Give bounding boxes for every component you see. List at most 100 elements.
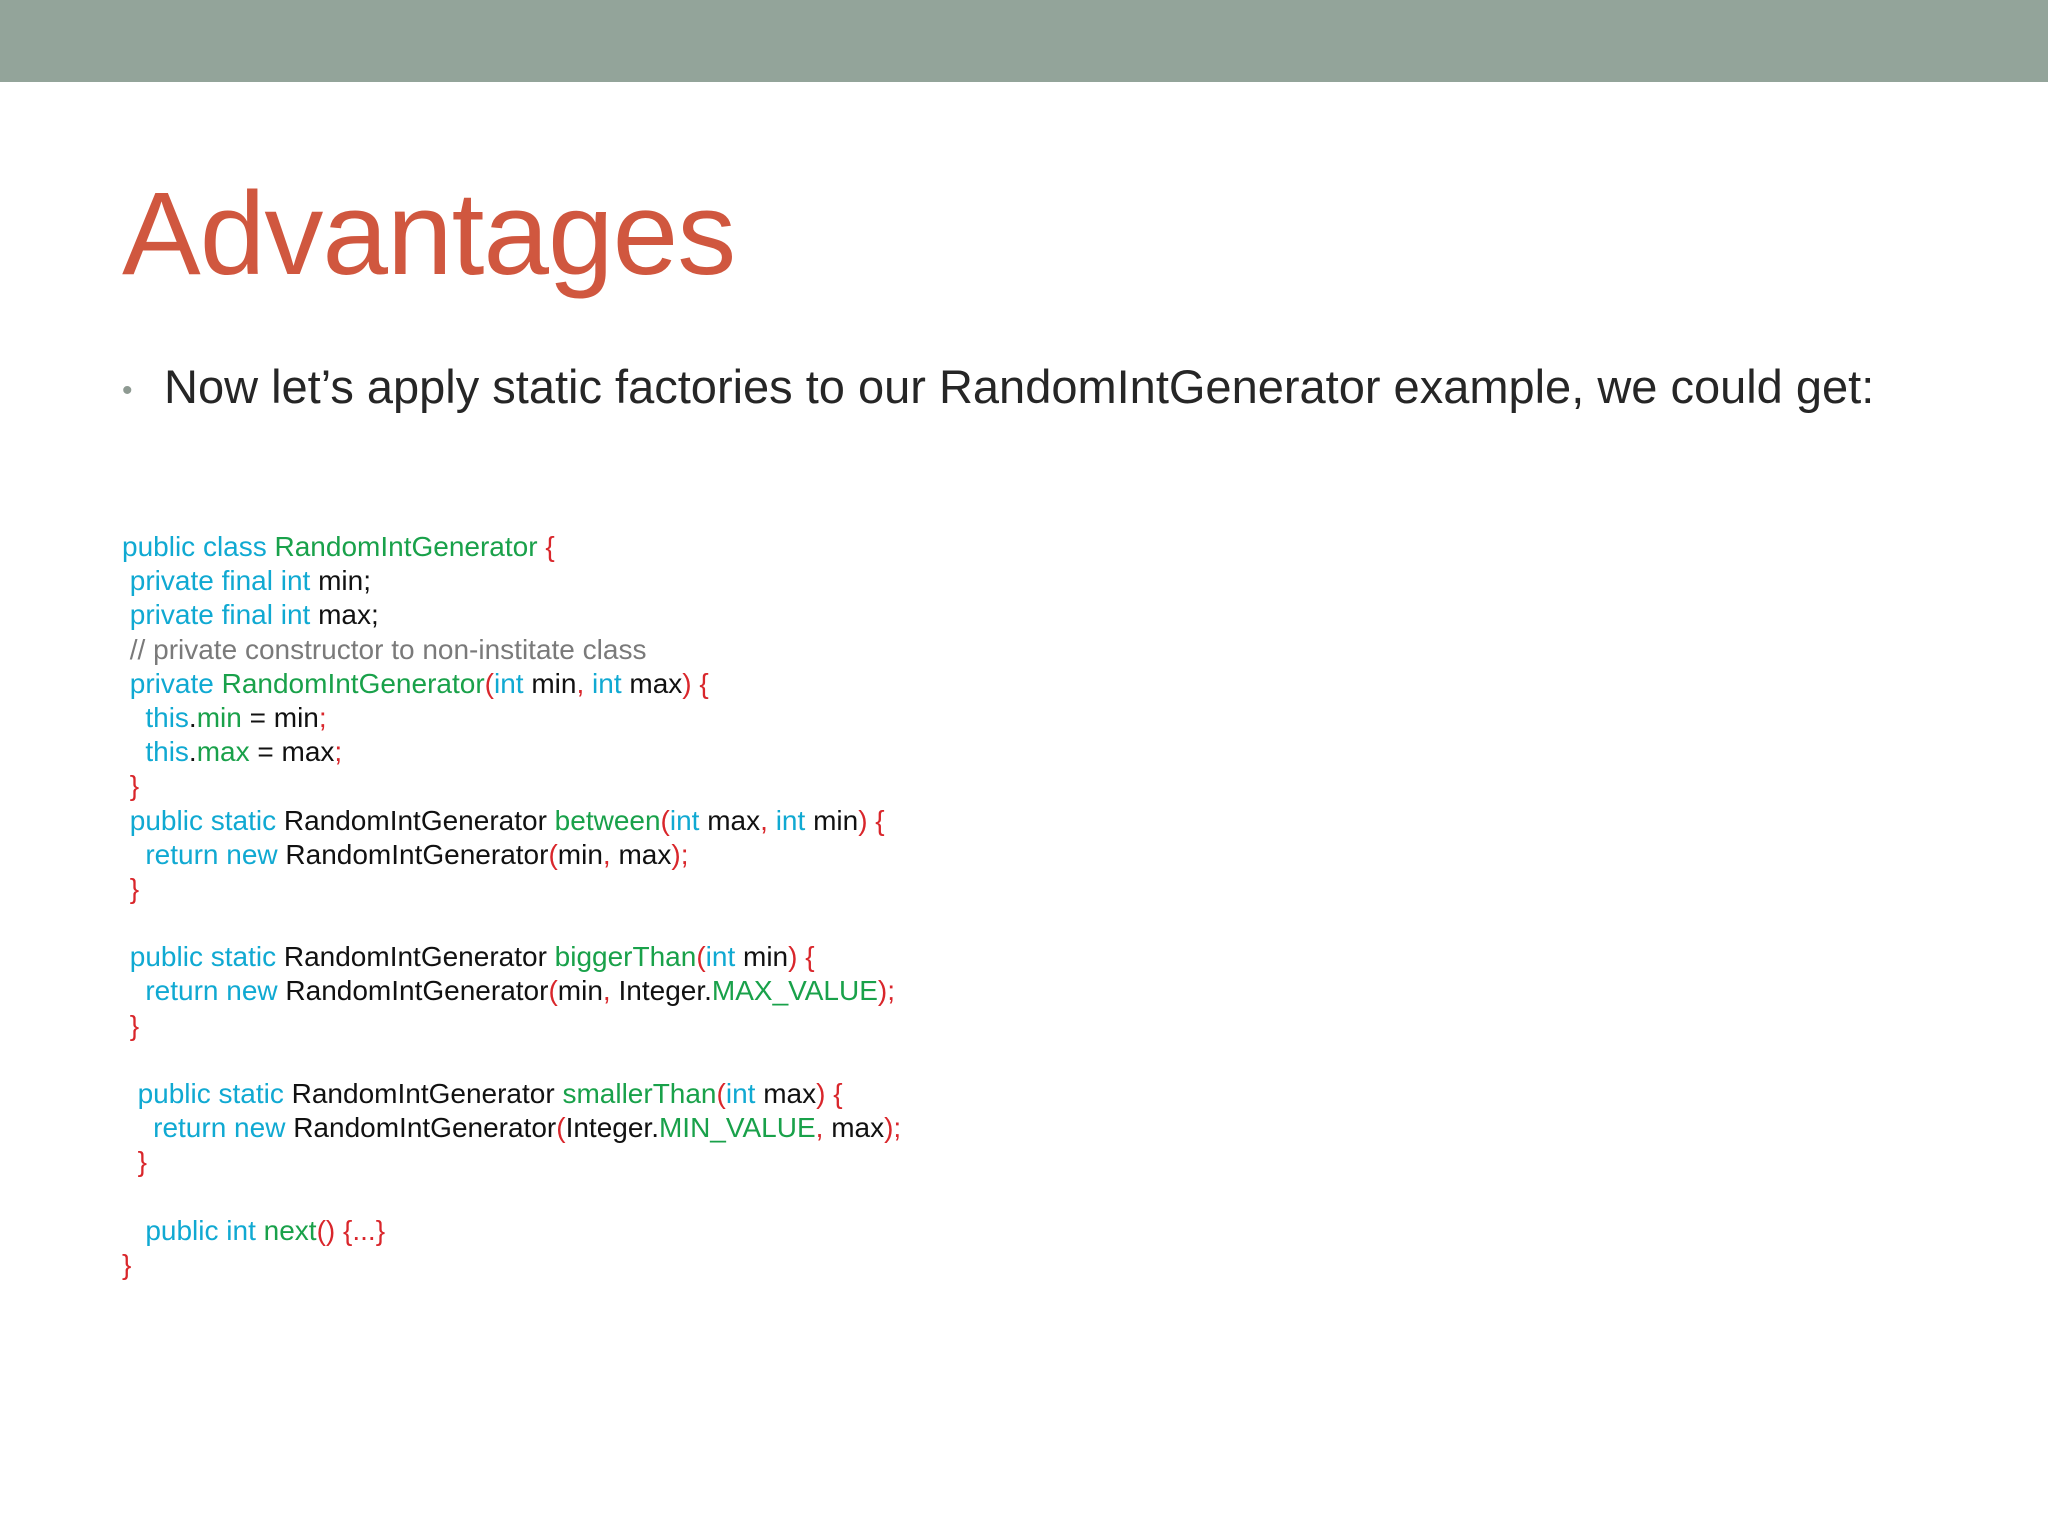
code-token: RandomIntGenerator bbox=[221, 667, 485, 699]
code-token: smallerThan bbox=[562, 1078, 717, 1109]
code-token: min bbox=[196, 701, 242, 733]
code-token: int bbox=[705, 941, 744, 973]
code-token: () {...} bbox=[316, 1214, 386, 1246]
code-token: public static bbox=[137, 1078, 292, 1109]
code-token: return new bbox=[145, 838, 286, 870]
code-token: } bbox=[122, 1248, 132, 1280]
code-token: public int bbox=[145, 1214, 264, 1246]
code-token: , bbox=[576, 667, 593, 699]
code-token: Integer. bbox=[618, 975, 712, 1007]
code-token: private final int bbox=[129, 599, 319, 631]
slide-title: Advantages bbox=[122, 168, 736, 300]
code-token: ); bbox=[884, 1112, 902, 1144]
code-block: public class RandomIntGenerator { privat… bbox=[122, 530, 901, 1282]
bullet-icon: • bbox=[122, 374, 133, 407]
code-line: public static RandomIntGenerator biggerT… bbox=[122, 940, 901, 974]
code-token: min bbox=[531, 667, 577, 699]
code-token: ( bbox=[484, 667, 494, 699]
code-token: MIN_VALUE bbox=[658, 1112, 816, 1144]
code-line: return new RandomIntGenerator(min, max); bbox=[122, 838, 901, 872]
code-token: max bbox=[831, 1112, 885, 1144]
code-token: return new bbox=[153, 1112, 294, 1144]
code-token: , bbox=[602, 975, 619, 1007]
code-token: . bbox=[188, 736, 197, 768]
code-token: ) { bbox=[682, 667, 709, 699]
slide: Advantages • Now let’s apply static fact… bbox=[0, 0, 2048, 1536]
code-line: // private constructor to non-institate … bbox=[122, 633, 901, 667]
bullet-item: • Now let’s apply static factories to ou… bbox=[122, 362, 1882, 418]
code-token: = min bbox=[241, 701, 319, 733]
code-line: private final int max; bbox=[122, 598, 901, 632]
code-token: MAX_VALUE bbox=[711, 975, 878, 1007]
code-line: } bbox=[122, 1009, 901, 1043]
code-line: public static RandomIntGenerator smaller… bbox=[122, 1077, 901, 1111]
code-token: , bbox=[602, 838, 619, 870]
code-token: } bbox=[137, 1146, 147, 1178]
code-token: int bbox=[725, 1078, 764, 1109]
code-line: public class RandomIntGenerator { bbox=[122, 530, 901, 564]
code-token: RandomIntGenerator bbox=[283, 804, 555, 836]
code-token: max bbox=[629, 667, 683, 699]
code-token: min bbox=[557, 975, 603, 1007]
slide-header-band bbox=[0, 0, 2048, 82]
code-token: RandomIntGenerator bbox=[291, 1078, 563, 1109]
code-token: ) { bbox=[788, 941, 815, 973]
code-token: RandomIntGenerator bbox=[293, 1112, 557, 1144]
code-token: int bbox=[592, 667, 630, 699]
code-token: max bbox=[763, 1078, 817, 1109]
code-token: max bbox=[196, 736, 250, 768]
code-token: ( bbox=[548, 838, 558, 870]
code-token: min bbox=[813, 804, 859, 836]
code-line: } bbox=[122, 872, 901, 906]
code-token: RandomIntGenerator bbox=[285, 838, 549, 870]
code-token: int bbox=[493, 667, 532, 699]
code-line: } bbox=[122, 769, 901, 803]
code-token: } bbox=[129, 872, 140, 904]
code-token: // private constructor to non-institate … bbox=[122, 633, 647, 665]
code-token: this bbox=[145, 701, 189, 733]
code-token: between bbox=[554, 804, 661, 836]
code-token: ( bbox=[660, 804, 670, 836]
code-token: int bbox=[775, 804, 814, 836]
code-token: ( bbox=[696, 941, 706, 973]
code-token: return new bbox=[145, 975, 286, 1007]
code-token: max; bbox=[318, 599, 379, 631]
code-token: public class bbox=[122, 531, 275, 562]
bullet-text: Now let’s apply static factories to our … bbox=[164, 360, 1875, 413]
code-token: max bbox=[618, 838, 672, 870]
code-token: ( bbox=[716, 1078, 726, 1109]
code-token: ( bbox=[548, 975, 558, 1007]
code-token: min bbox=[557, 838, 603, 870]
code-token: private bbox=[129, 667, 222, 699]
code-token: ; bbox=[334, 736, 343, 768]
code-token: next bbox=[263, 1214, 317, 1246]
code-token: ; bbox=[318, 701, 327, 733]
code-token: biggerThan bbox=[554, 941, 697, 973]
code-line: public int next() {...} bbox=[122, 1214, 901, 1248]
code-token: ); bbox=[877, 975, 895, 1007]
code-line: private RandomIntGenerator(int min, int … bbox=[122, 667, 901, 701]
code-line: this.max = max; bbox=[122, 735, 901, 769]
code-token: ( bbox=[556, 1112, 566, 1144]
code-token: ); bbox=[671, 838, 689, 870]
code-token: private final int bbox=[129, 565, 319, 597]
code-line: this.min = min; bbox=[122, 701, 901, 735]
code-token: Integer. bbox=[565, 1112, 659, 1144]
code-token: public static bbox=[129, 941, 284, 973]
code-line: return new RandomIntGenerator(Integer.MI… bbox=[122, 1111, 901, 1145]
